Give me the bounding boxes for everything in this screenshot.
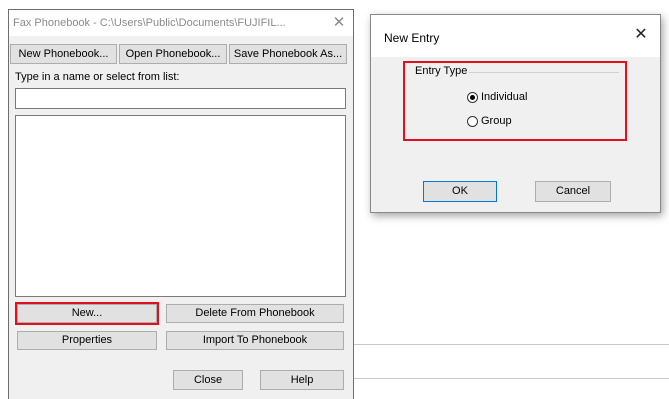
radio-button-selected[interactable] <box>467 92 478 103</box>
divider <box>354 378 669 379</box>
radio-dot-icon <box>470 95 475 100</box>
group-radio-option[interactable]: Group <box>467 115 557 129</box>
contacts-list[interactable] <box>15 115 346 297</box>
phonebook-titlebar: Fax Phonebook - C:\Users\Public\Document… <box>9 10 353 36</box>
open-phonebook-button[interactable]: Open Phonebook... <box>119 44 227 64</box>
entry-type-group: Entry Type Individual Group <box>403 61 627 141</box>
help-button[interactable]: Help <box>260 370 344 390</box>
new-entry-dialog: New Entry ✕ Entry Type Individual Group … <box>370 14 661 213</box>
close-button[interactable]: Close <box>173 370 243 390</box>
import-to-phonebook-button[interactable]: Import To Phonebook <box>166 331 344 350</box>
entry-type-label: Entry Type <box>415 65 468 77</box>
close-icon[interactable]: ✕ <box>633 27 649 43</box>
group-label: Group <box>481 115 512 127</box>
new-entry-titlebar: New Entry ✕ <box>371 15 660 57</box>
search-label: Type in a name or select from list: <box>15 71 180 83</box>
background-window-panel <box>354 213 669 399</box>
radio-button[interactable] <box>467 116 478 127</box>
divider <box>354 344 669 345</box>
delete-from-phonebook-button[interactable]: Delete From Phonebook <box>166 304 344 323</box>
entry-type-divider <box>469 72 619 73</box>
save-phonebook-as-button[interactable]: Save Phonebook As... <box>229 44 347 64</box>
ok-button[interactable]: OK <box>423 181 497 202</box>
window-title: Fax Phonebook - C:\Users\Public\Document… <box>13 17 286 29</box>
cancel-button[interactable]: Cancel <box>535 181 611 202</box>
fax-phonebook-window: Fax Phonebook - C:\Users\Public\Document… <box>8 9 354 399</box>
new-entry-button[interactable]: New... <box>15 302 159 325</box>
search-input[interactable] <box>15 88 346 109</box>
properties-button[interactable]: Properties <box>17 331 157 350</box>
close-icon[interactable]: ✕ <box>331 15 347 31</box>
individual-radio-option[interactable]: Individual <box>467 91 557 105</box>
individual-label: Individual <box>481 91 528 103</box>
new-phonebook-button[interactable]: New Phonebook... <box>10 44 117 64</box>
dialog-title: New Entry <box>384 31 440 45</box>
